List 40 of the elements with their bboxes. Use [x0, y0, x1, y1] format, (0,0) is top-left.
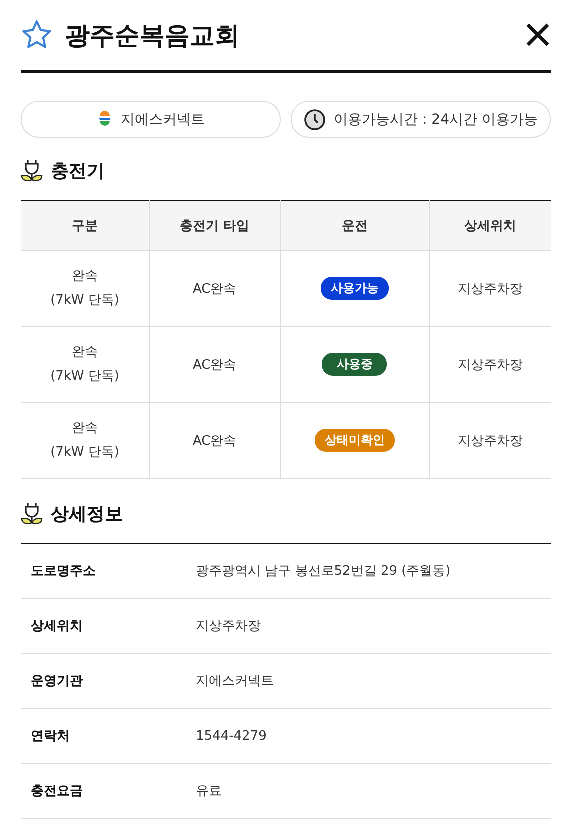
- status-badge: 사용중: [322, 353, 388, 376]
- charger-power: (7kW 단독): [50, 368, 120, 386]
- detail-label: 연락처: [30, 728, 71, 745]
- detail-label: 도로명주소: [30, 563, 97, 580]
- pill-text: 이용가능시간 : 24시간 이용가능: [334, 110, 538, 128]
- detail-label: 충전요금: [30, 783, 84, 800]
- column-header: 충전기 타입: [150, 200, 280, 250]
- clock-icon: [304, 108, 326, 130]
- close-button[interactable]: [525, 22, 551, 48]
- charger-power: (7kW 단독): [50, 292, 120, 310]
- detail-value: 지에스커넥트: [196, 673, 274, 690]
- detail-label: 운영기관: [30, 673, 84, 690]
- star-icon[interactable]: [21, 19, 53, 51]
- detail-value: 광주광역시 남구 봉선로52번길 29 (주월동): [196, 563, 451, 580]
- detail-label: 상세위치: [30, 618, 84, 635]
- table-cell: AC완속: [150, 402, 280, 478]
- section-title: 충전기: [51, 160, 105, 183]
- charger-kind: 완속: [71, 344, 100, 362]
- table-cell: AC완속: [150, 326, 280, 402]
- column-header: 상세위치: [429, 200, 551, 250]
- plug-sprout-icon: [21, 159, 43, 183]
- detail-value: 1544-4279: [196, 728, 267, 744]
- status-badge: 상태미확인: [314, 429, 395, 452]
- station-title: 광주순복음교회: [65, 20, 241, 52]
- detail-value: 유료: [196, 783, 222, 800]
- status-badge: 사용가능: [320, 277, 389, 300]
- plug-sprout-icon: [21, 502, 43, 526]
- charger-power: (7kW 단독): [50, 444, 120, 462]
- detail-value: 지상주차장: [196, 618, 261, 635]
- table-cell: 지상주차장: [429, 250, 551, 326]
- table-cell: 지상주차장: [429, 326, 551, 402]
- column-header: 구분: [21, 200, 150, 250]
- charger-kind: 완속: [71, 268, 100, 286]
- logo-icon: [97, 110, 113, 128]
- column-header: 운전: [280, 200, 430, 250]
- pill-text: 지에스커넥트: [121, 110, 205, 128]
- charger-kind: 완속: [71, 420, 100, 438]
- section-title: 상세정보: [51, 503, 123, 526]
- table-cell: 지상주차장: [429, 402, 551, 478]
- table-cell: AC완속: [150, 250, 280, 326]
